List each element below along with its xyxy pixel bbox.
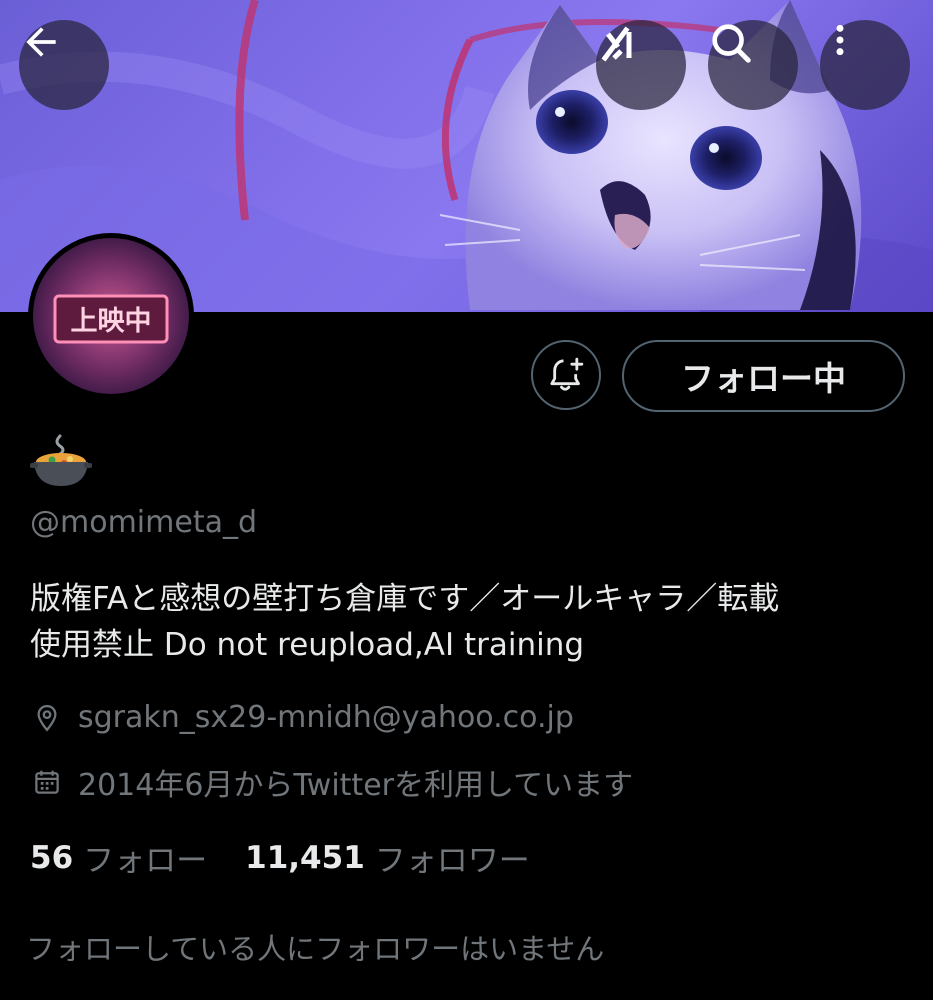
profile-stats: 56 フォロー 11,451 フォロワー xyxy=(30,835,530,880)
bio-line: 版権FAと感想の壁打ち倉庫です／オールキャラ／転載 xyxy=(30,581,780,617)
followers-stat-link[interactable]: 11,451 フォロワー xyxy=(245,835,530,880)
calendar-icon xyxy=(30,765,64,799)
bell-plus-icon xyxy=(550,357,584,391)
search-button[interactable] xyxy=(708,20,798,110)
profile-bio: 版権FAと感想の壁打ち倉庫です／オールキャラ／転載 使用禁止 Do not re… xyxy=(30,576,920,668)
following-stat-link[interactable]: 56 フォロー xyxy=(30,835,207,880)
back-button[interactable] xyxy=(19,20,109,110)
on-air-sign-image: 上映中 xyxy=(33,238,189,394)
profile-join-date: 2014年6月からTwitterを利用しています xyxy=(30,760,633,804)
following-button[interactable]: フォロー中 xyxy=(622,340,905,412)
location-text: sgrakn_sx29-mnidh@yahoo.co.jp xyxy=(78,700,574,735)
join-date-text: 2014年6月からTwitterを利用しています xyxy=(78,768,634,803)
location-icon xyxy=(30,701,64,735)
profile-location: sgrakn_sx29-mnidh@yahoo.co.jp xyxy=(30,700,574,735)
more-vertical-icon xyxy=(836,24,844,56)
avatar[interactable]: 上映中 xyxy=(28,233,194,399)
more-button[interactable] xyxy=(820,20,910,110)
grok-button[interactable] xyxy=(596,20,686,110)
avatar-image: 上映中 xyxy=(33,238,189,394)
grok-icon xyxy=(601,26,632,62)
display-name xyxy=(30,432,92,490)
followers-count: 11,451 xyxy=(245,839,365,876)
followers-you-know[interactable]: フォローしている人にフォロワーはいません xyxy=(26,926,604,968)
following-count: 56 xyxy=(30,839,74,876)
search-icon xyxy=(712,24,751,63)
arrow-left-icon xyxy=(26,27,56,57)
followers-label: フォロワー xyxy=(374,843,530,879)
pot-of-food-icon xyxy=(30,434,92,486)
notify-button[interactable] xyxy=(531,340,601,410)
bio-line: 使用禁止 Do not reupload,AI training xyxy=(30,627,585,663)
sign-text: 上映中 xyxy=(71,306,152,337)
profile-handle: @momimeta_d xyxy=(30,505,258,540)
following-label: フォロー xyxy=(83,843,208,879)
profile-page: 上映中 フォロー中 @momimeta_d 版権FAと感想の壁打ち倉庫です／オー… xyxy=(0,0,933,1000)
